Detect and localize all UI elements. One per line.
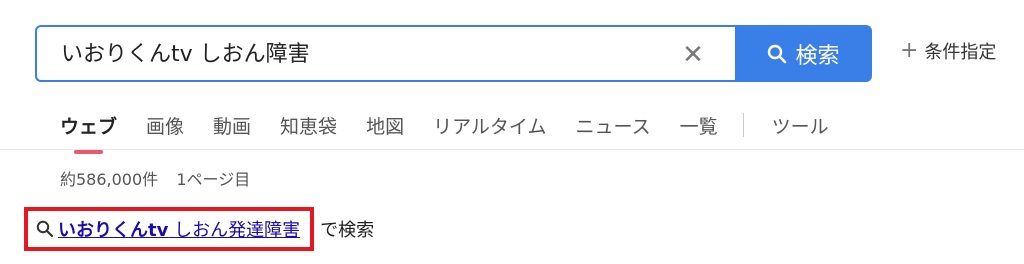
page-number-text: 1ページ目	[176, 170, 251, 189]
advanced-search-label: 条件指定	[924, 42, 997, 63]
clear-button[interactable]: ✕	[677, 39, 709, 71]
query-suggestion: いおりくんtv しおん発達障害 で検索	[24, 207, 374, 251]
suggestion-highlight-box: いおりくんtv しおん発達障害	[24, 207, 315, 251]
tab-divider	[742, 113, 744, 137]
search-button-label: 検索	[795, 43, 840, 69]
tab-images[interactable]: 画像	[146, 112, 184, 139]
suggestion-suffix: で検索	[320, 220, 375, 241]
tab-tools[interactable]: ツール	[772, 112, 829, 139]
tab-realtime[interactable]: リアルタイム	[433, 112, 546, 139]
search-tabs: ウェブ 画像 動画 知恵袋 地図 リアルタイム ニュース 一覧 ツール	[60, 105, 858, 154]
search-bar: ✕ 検索 + 条件指定	[35, 25, 1024, 86]
search-input[interactable]	[59, 38, 663, 72]
tab-videos[interactable]: 動画	[213, 112, 251, 139]
header-divider	[0, 149, 1024, 150]
suggestion-rest-text: しおん発達障害	[168, 220, 301, 241]
tab-chiebukuro[interactable]: 知恵袋	[280, 112, 337, 139]
search-icon	[36, 220, 54, 238]
result-count-text: 約586,000件	[60, 170, 159, 189]
search-field-container: ✕	[35, 25, 735, 82]
suggestion-link[interactable]: いおりくんtv しおん発達障害	[58, 216, 300, 242]
tab-web[interactable]: ウェブ	[60, 112, 117, 154]
result-count: 約586,000件 1ページ目	[60, 166, 250, 190]
advanced-search-link[interactable]: + 条件指定	[900, 38, 996, 64]
search-button[interactable]: 検索	[735, 25, 872, 82]
suggestion-bold-text: いおりくんtv	[58, 220, 169, 241]
tab-news[interactable]: ニュース	[576, 112, 651, 139]
plus-icon: +	[900, 38, 919, 63]
tab-list[interactable]: 一覧	[680, 112, 718, 139]
search-icon	[768, 44, 787, 63]
tab-maps[interactable]: 地図	[366, 112, 404, 139]
close-icon: ✕	[682, 40, 704, 70]
